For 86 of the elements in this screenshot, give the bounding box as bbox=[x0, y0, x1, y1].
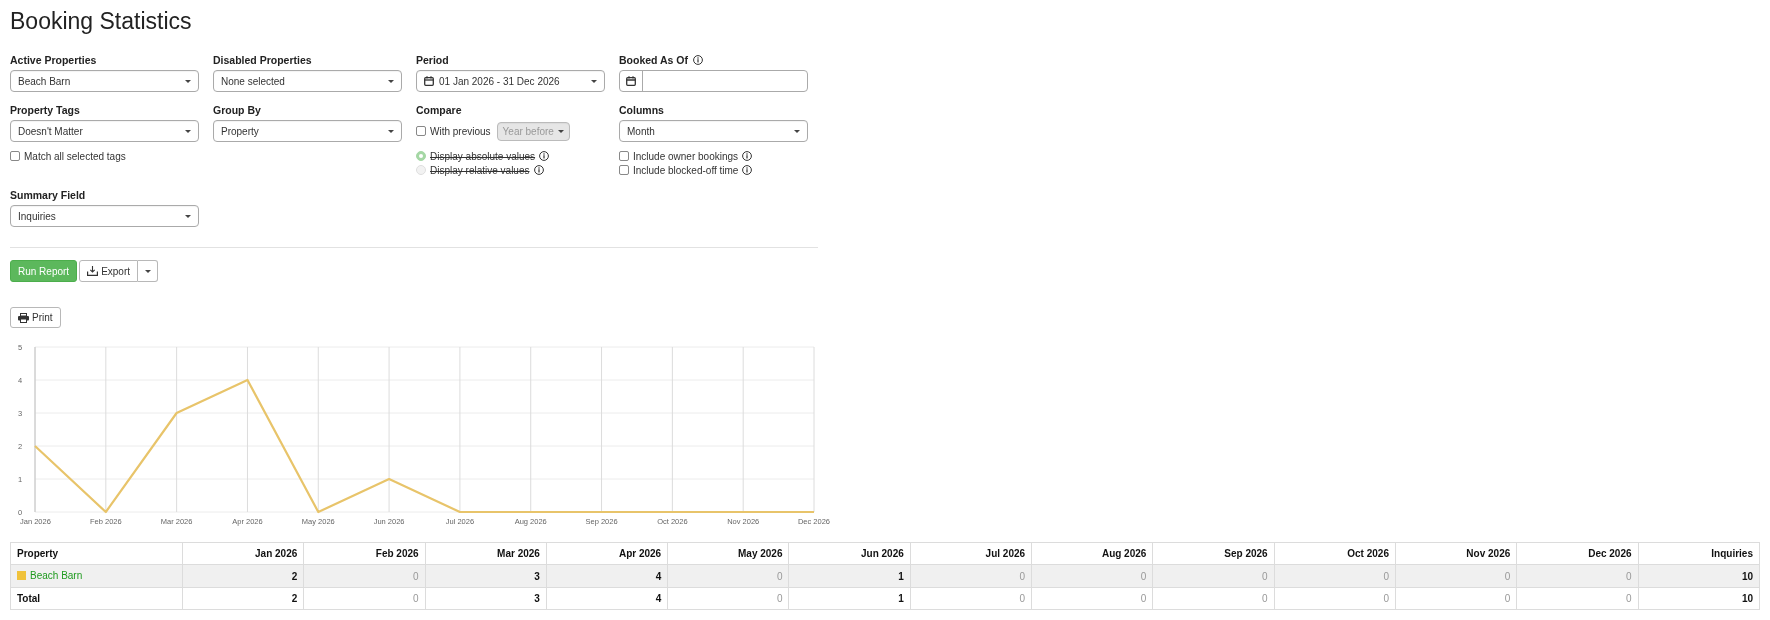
info-icon[interactable] bbox=[693, 55, 704, 65]
table-cell: 0 bbox=[1031, 587, 1153, 610]
field-label: Compare bbox=[416, 103, 462, 117]
table-cell: 4 bbox=[546, 587, 668, 610]
table-cell: 0 bbox=[910, 564, 1032, 588]
dropdown[interactable]: Beach Barn bbox=[10, 70, 199, 92]
table-cell: 2 bbox=[182, 587, 304, 610]
column-header: Jun 2026 bbox=[789, 542, 911, 565]
dropdown[interactable]: Month bbox=[619, 120, 808, 142]
table-cell: 2 bbox=[182, 564, 304, 588]
field-label: Active Properties bbox=[10, 53, 97, 67]
table-cell: 4 bbox=[546, 564, 668, 588]
checkbox-label[interactable]: With previous bbox=[430, 125, 491, 137]
field-label: Disabled Properties bbox=[213, 53, 312, 67]
table-cell: 3 bbox=[425, 564, 547, 588]
export-button[interactable]: Export bbox=[79, 260, 139, 282]
column-header: Inquiries bbox=[1638, 542, 1760, 565]
dropdown[interactable]: Property bbox=[213, 120, 402, 142]
table-cell: 0 bbox=[303, 587, 426, 610]
column-header: Dec 2026 bbox=[1516, 542, 1639, 565]
page-title: Booking Statistics bbox=[10, 7, 193, 35]
table-cell: 0 bbox=[1031, 564, 1153, 588]
table-cell: Total bbox=[10, 587, 183, 610]
column-header: Jan 2026 bbox=[182, 542, 304, 565]
field-label: Columns bbox=[619, 103, 664, 117]
table-cell: 0 bbox=[667, 587, 789, 610]
caret-icon bbox=[557, 129, 564, 133]
dropdown[interactable]: None selected bbox=[213, 70, 402, 92]
field-label: Period bbox=[416, 53, 449, 67]
table-cell: 0 bbox=[303, 564, 426, 588]
info-icon[interactable] bbox=[742, 165, 753, 175]
dropdown-toggle-button[interactable] bbox=[138, 260, 159, 282]
table-cell: 10 bbox=[1638, 564, 1760, 588]
caret-icon bbox=[591, 79, 597, 83]
printer-icon bbox=[18, 312, 29, 323]
table-cell: 0 bbox=[1516, 587, 1639, 610]
date-field[interactable] bbox=[619, 70, 808, 92]
table-cell: 1 bbox=[789, 587, 911, 610]
checkbox[interactable] bbox=[619, 151, 629, 161]
checkbox[interactable] bbox=[416, 126, 426, 136]
checkbox-label[interactable]: Include owner bookings bbox=[633, 150, 739, 162]
table-cell: 1 bbox=[789, 564, 911, 588]
checkbox-label[interactable]: Match all selected tags bbox=[24, 150, 126, 162]
calendar-icon bbox=[424, 76, 434, 86]
table-cell: 0 bbox=[667, 564, 789, 588]
column-header: Property bbox=[10, 542, 183, 565]
table-cell: 0 bbox=[1274, 564, 1396, 588]
caret-icon bbox=[185, 79, 191, 83]
print-button[interactable]: Print bbox=[10, 307, 61, 328]
dropdown[interactable]: Doesn't Matter bbox=[10, 120, 199, 142]
column-header: May 2026 bbox=[667, 542, 789, 565]
table-cell: 0 bbox=[1516, 564, 1639, 588]
field-label: Booked As Of bbox=[619, 53, 689, 67]
download-icon bbox=[87, 266, 99, 276]
column-header: Apr 2026 bbox=[546, 542, 668, 565]
checkbox[interactable] bbox=[619, 165, 629, 175]
checkbox-label[interactable]: Include blocked-off time bbox=[633, 164, 739, 176]
table-cell: 0 bbox=[1152, 564, 1275, 588]
caret-icon bbox=[388, 129, 394, 133]
table-cell: 10 bbox=[1638, 587, 1760, 610]
caret-icon bbox=[185, 214, 191, 218]
table-cell: 3 bbox=[425, 587, 547, 610]
checkbox[interactable] bbox=[10, 151, 20, 161]
caret-icon bbox=[388, 79, 394, 83]
table-cell: 0 bbox=[1395, 587, 1517, 610]
column-header: Feb 2026 bbox=[303, 542, 426, 565]
calendar-icon bbox=[626, 76, 636, 86]
table-cell: 0 bbox=[1152, 587, 1275, 610]
caret-icon bbox=[794, 129, 800, 133]
table-cell: 0 bbox=[1395, 564, 1517, 588]
column-header: Mar 2026 bbox=[425, 542, 547, 565]
field-label: Property Tags bbox=[10, 103, 80, 117]
column-header: Sep 2026 bbox=[1152, 542, 1275, 565]
column-header: Oct 2026 bbox=[1274, 542, 1396, 565]
table-cell: 0 bbox=[910, 587, 1032, 610]
column-header: Nov 2026 bbox=[1395, 542, 1517, 565]
caret-icon bbox=[185, 129, 191, 133]
table-cell: 0 bbox=[1274, 587, 1396, 610]
column-header: Jul 2026 bbox=[910, 542, 1032, 565]
field-label: Summary Field bbox=[10, 188, 86, 202]
date-range-dropdown[interactable]: 01 Jan 2026 - 31 Dec 2026 bbox=[416, 70, 605, 92]
column-header: Aug 2026 bbox=[1031, 542, 1153, 565]
info-icon[interactable] bbox=[742, 151, 753, 161]
caret-icon bbox=[144, 269, 151, 273]
dropdown[interactable]: Inquiries bbox=[10, 205, 199, 227]
field-label: Group By bbox=[213, 103, 261, 117]
